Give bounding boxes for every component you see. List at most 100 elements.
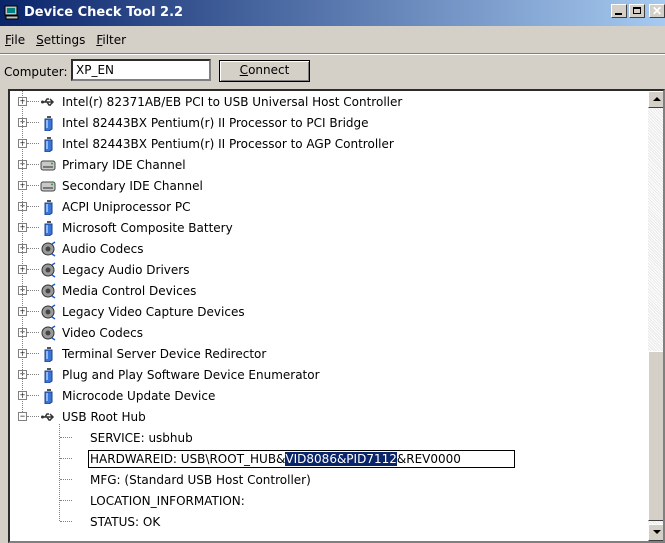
tree-connector: [27, 185, 39, 186]
audio-icon: [40, 283, 56, 299]
tree-connector: [60, 500, 72, 501]
device-icon: [40, 367, 56, 384]
tree-node-label: Microcode Update Device: [62, 389, 216, 403]
tree-connector: [27, 395, 39, 396]
child-location[interactable]: LOCATION_INFORMATION:: [10, 491, 648, 512]
tree-node-label: Terminal Server Device Redirector: [62, 347, 267, 361]
tree-connector: [27, 164, 39, 165]
tree-node[interactable]: + ACPI Uniprocessor PC: [10, 197, 648, 218]
computer-app-icon: [4, 5, 19, 20]
menu-file[interactable]: File: [0, 27, 31, 47]
hardwareid-text[interactable]: HARDWAREID: USB\ROOT_HUB&VID8086&PID7112…: [90, 452, 461, 466]
tree-node-label: Media Control Devices: [62, 284, 197, 298]
tree-connector: [22, 91, 23, 412]
tree-node[interactable]: + Media Control Devices: [10, 281, 648, 302]
device-icon: [40, 346, 56, 363]
tree-node-label: Microsoft Composite Battery: [62, 221, 233, 235]
hardwareid-suffix: &REV0000: [396, 452, 461, 466]
device-icon: [40, 115, 56, 132]
child-service[interactable]: SERVICE: usbhub: [10, 428, 648, 449]
collapse-icon[interactable]: −: [18, 412, 27, 421]
tree-node-label: Intel 82443BX Pentium(r) II Processor to…: [62, 137, 394, 151]
device-check-window: Device Check Tool 2.2 ✕ File Settings Fi…: [0, 0, 665, 543]
tree-connector: [27, 269, 39, 270]
audio-icon: [40, 304, 56, 320]
hardwareid-selection[interactable]: VID8086&PID7112: [285, 452, 397, 466]
tree-node-label: Secondary IDE Channel: [62, 179, 203, 193]
tree-node-label: Audio Codecs: [62, 242, 144, 256]
drive-icon: [40, 178, 56, 194]
child-mfg[interactable]: MFG: (Standard USB Host Controller): [10, 470, 648, 491]
drive-icon: [40, 157, 56, 173]
audio-icon: [40, 241, 56, 257]
tree-node[interactable]: + Microcode Update Device: [10, 386, 648, 407]
tree-connector: [27, 311, 39, 312]
tree-connector: [59, 424, 60, 521]
window-controls: ✕: [611, 4, 665, 18]
tree-connector: [27, 332, 39, 333]
usb-icon: [40, 94, 56, 110]
tree-connector: [60, 521, 72, 522]
maximize-button[interactable]: [629, 4, 645, 18]
tree-node[interactable]: + Primary IDE Channel: [10, 155, 648, 176]
tree-connector: [27, 101, 39, 102]
computer-input[interactable]: XP_EN: [71, 59, 211, 81]
usb-icon: [40, 409, 56, 425]
tree-node-label: Intel 82443BX Pentium(r) II Processor to…: [62, 116, 369, 130]
tree-connector: [60, 479, 72, 480]
tree-node-label: Legacy Audio Drivers: [62, 263, 190, 277]
tree-node[interactable]: + Terminal Server Device Redirector: [10, 344, 648, 365]
computer-label: Computer:: [4, 65, 68, 79]
device-icon: [40, 199, 56, 216]
tree-connector: [60, 437, 72, 438]
tree-node[interactable]: + Intel 82443BX Pentium(r) II Processor t…: [10, 113, 648, 134]
tree-leaf-label: STATUS: OK: [90, 515, 161, 529]
tree-connector: [27, 227, 39, 228]
menu-settings[interactable]: Settings: [31, 27, 91, 47]
tree-node-label: Plug and Play Software Device Enumerator: [62, 368, 320, 382]
scroll-down-button[interactable]: [648, 524, 663, 541]
tree-node[interactable]: + Legacy Video Capture Devices: [10, 302, 648, 323]
tree-node[interactable]: + Microsoft Composite Battery: [10, 218, 648, 239]
tree-node[interactable]: + Secondary IDE Channel: [10, 176, 648, 197]
device-tree-panel[interactable]: + Intel(r) 82371AB/EB PCI to USB Universa…: [8, 89, 665, 543]
tree-node-label: ACPI Uniprocessor PC: [62, 200, 191, 214]
audio-icon: [40, 325, 56, 341]
vertical-scrollbar[interactable]: [648, 91, 663, 541]
tree-leaf-label: MFG: (Standard USB Host Controller): [90, 473, 311, 487]
tree-connector: [27, 143, 39, 144]
tree-connector: [27, 122, 39, 123]
connect-button[interactable]: Connect: [219, 60, 310, 82]
tree-node[interactable]: − USB Root Hub: [10, 407, 648, 428]
tree-connector: [27, 206, 39, 207]
tree-node[interactable]: + Intel 82443BX Pentium(r) II Processor t…: [10, 134, 648, 155]
scroll-thumb[interactable]: [648, 351, 663, 521]
close-button[interactable]: ✕: [649, 4, 665, 18]
minimize-button[interactable]: [611, 4, 627, 18]
tree-leaf-label: SERVICE: usbhub: [90, 431, 193, 445]
menu-bar: File Settings Filter: [0, 27, 132, 47]
child-hardwareid[interactable]: HARDWAREID: USB\ROOT_HUB&VID8086&PID7112…: [10, 449, 648, 470]
device-icon: [40, 388, 56, 405]
tree-node[interactable]: + Audio Codecs: [10, 239, 648, 260]
child-status[interactable]: STATUS: OK: [10, 512, 648, 533]
menu-filter[interactable]: Filter: [91, 27, 132, 47]
audio-icon: [40, 262, 56, 278]
tree-node[interactable]: + Legacy Audio Drivers: [10, 260, 648, 281]
tree-node[interactable]: + Intel(r) 82371AB/EB PCI to USB Universa…: [10, 92, 648, 113]
tree-node[interactable]: + Video Codecs: [10, 323, 648, 344]
tree-connector: [27, 353, 39, 354]
title-bar[interactable]: Device Check Tool 2.2 ✕: [0, 0, 665, 26]
tree-node-label: Intel(r) 82371AB/EB PCI to USB Universal…: [62, 95, 403, 109]
tree-connector: [27, 374, 39, 375]
device-icon: [40, 220, 56, 237]
window-title: Device Check Tool 2.2: [24, 5, 184, 20]
hardwareid-prefix: HARDWAREID: USB\ROOT_HUB&: [90, 452, 286, 466]
tree-node-label: Legacy Video Capture Devices: [62, 305, 245, 319]
device-icon: [40, 136, 56, 153]
tree-connector: [27, 248, 39, 249]
tree-node[interactable]: + Plug and Play Software Device Enumerato…: [10, 365, 648, 386]
tree-node-label: Primary IDE Channel: [62, 158, 186, 172]
tree-connector: [60, 458, 72, 459]
scroll-up-button[interactable]: [648, 91, 663, 108]
